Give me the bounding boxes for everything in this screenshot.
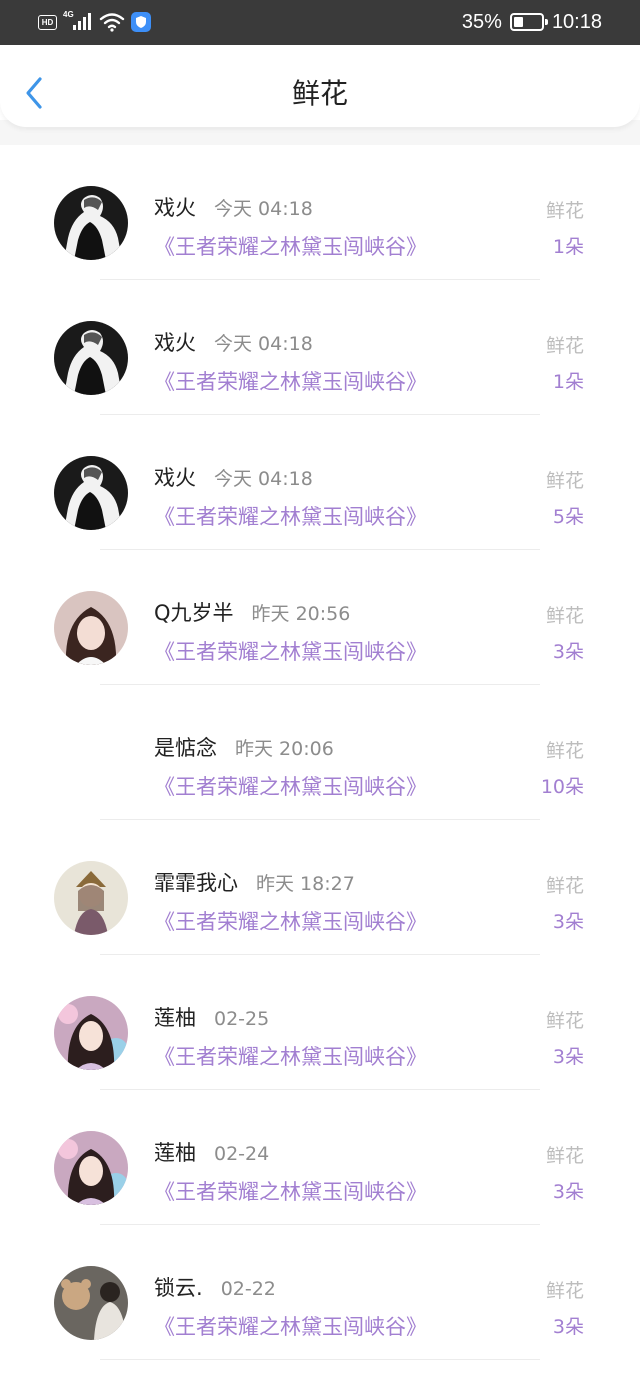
list-item[interactable]: 是惦念 昨天 20:06 《王者荣耀之林黛玉闯峡谷》 鲜花 10朵 [0, 685, 640, 820]
work-title-link[interactable]: 《王者荣耀之林黛玉闯峡谷》 [154, 1311, 427, 1341]
avatar[interactable] [54, 726, 128, 800]
avatar[interactable] [54, 321, 128, 395]
nav-bar: 鲜花 [0, 45, 640, 127]
avatar[interactable] [54, 1266, 128, 1340]
avatar[interactable] [54, 996, 128, 1070]
avatar[interactable] [54, 456, 128, 530]
gift-type-label: 鲜花 [545, 1010, 584, 1032]
gift-type-label: 鲜花 [545, 1145, 584, 1167]
gift-type-label: 鲜花 [545, 470, 584, 492]
list-item[interactable]: 戏火 今天 04:18 《王者荣耀之林黛玉闯峡谷》 鲜花 1朵 [0, 145, 640, 280]
avatar[interactable] [54, 186, 128, 260]
gift-count: 3朵 [552, 641, 584, 663]
list-item[interactable]: 戏火 今天 04:18 《王者荣耀之林黛玉闯峡谷》 鲜花 1朵 [0, 280, 640, 415]
user-name[interactable]: 莲柚 [154, 1137, 196, 1167]
gift-count: 3朵 [552, 1181, 584, 1203]
gift-count: 3朵 [552, 1316, 584, 1338]
avatar[interactable] [54, 591, 128, 665]
status-icons-left: HD 4G [38, 10, 151, 33]
security-shield-icon [131, 12, 151, 32]
user-name[interactable]: 戏火 [154, 192, 196, 222]
avatar[interactable] [54, 861, 128, 935]
user-name[interactable]: 戏火 [154, 327, 196, 357]
flower-record-list: 戏火 今天 04:18 《王者荣耀之林黛玉闯峡谷》 鲜花 1朵 戏火 今天 04… [0, 145, 640, 1360]
list-item[interactable]: 莲柚 02-24 《王者荣耀之林黛玉闯峡谷》 鲜花 3朵 [0, 1090, 640, 1225]
post-time: 02-24 [214, 1143, 270, 1165]
user-name[interactable]: 莲柚 [154, 1002, 196, 1032]
gift-type-label: 鲜花 [545, 1280, 584, 1302]
divider [100, 1359, 540, 1360]
gift-type-label: 鲜花 [545, 605, 584, 627]
work-title-link[interactable]: 《王者荣耀之林黛玉闯峡谷》 [154, 501, 427, 531]
list-item[interactable]: 莲柚 02-25 《王者荣耀之林黛玉闯峡谷》 鲜花 3朵 [0, 955, 640, 1090]
post-time: 昨天 20:56 [251, 603, 351, 625]
gift-type-label: 鲜花 [545, 740, 584, 762]
list-item[interactable]: 霏霏我心 昨天 18:27 《王者荣耀之林黛玉闯峡谷》 鲜花 3朵 [0, 820, 640, 955]
list-item[interactable]: 戏火 今天 04:18 《王者荣耀之林黛玉闯峡谷》 鲜花 5朵 [0, 415, 640, 550]
post-time: 02-22 [220, 1278, 276, 1300]
status-bar: HD 4G 35% 10:18 [0, 0, 640, 45]
user-name[interactable]: Q九岁半 [154, 597, 234, 627]
gift-count: 5朵 [552, 506, 584, 528]
post-time: 今天 04:18 [214, 468, 313, 490]
work-title-link[interactable]: 《王者荣耀之林黛玉闯峡谷》 [154, 906, 427, 936]
work-title-link[interactable]: 《王者荣耀之林黛玉闯峡谷》 [154, 231, 427, 261]
work-title-link[interactable]: 《王者荣耀之林黛玉闯峡谷》 [154, 636, 427, 666]
user-name[interactable]: 锁云. [154, 1272, 203, 1302]
gift-count: 3朵 [552, 1046, 584, 1068]
user-name[interactable]: 霏霏我心 [154, 867, 238, 897]
post-time: 今天 04:18 [214, 333, 313, 355]
hd-icon: HD [38, 14, 57, 30]
work-title-link[interactable]: 《王者荣耀之林黛玉闯峡谷》 [154, 771, 427, 801]
gift-count: 1朵 [552, 236, 584, 258]
user-name[interactable]: 是惦念 [154, 732, 217, 762]
work-title-link[interactable]: 《王者荣耀之林黛玉闯峡谷》 [154, 1041, 427, 1071]
post-time: 02-25 [214, 1008, 270, 1030]
status-icons-right: 35% 10:18 [462, 10, 602, 34]
post-time: 今天 04:18 [214, 198, 313, 220]
work-title-link[interactable]: 《王者荣耀之林黛玉闯峡谷》 [154, 366, 427, 396]
clock: 10:18 [551, 10, 602, 33]
post-time: 昨天 20:06 [235, 738, 334, 760]
gift-type-label: 鲜花 [545, 875, 584, 897]
gift-count: 3朵 [552, 911, 584, 933]
work-title-link[interactable]: 《王者荣耀之林黛玉闯峡谷》 [154, 1176, 427, 1206]
battery-percent: 35% [461, 10, 502, 33]
avatar[interactable] [54, 1131, 128, 1205]
gift-count: 10朵 [540, 776, 584, 798]
wifi-icon [99, 13, 125, 32]
post-time: 昨天 18:27 [256, 873, 355, 895]
user-name[interactable]: 戏火 [154, 462, 196, 492]
gift-type-label: 鲜花 [545, 200, 584, 222]
signal-icon: 4G [63, 10, 93, 32]
gift-count: 1朵 [552, 371, 584, 393]
battery-icon [509, 13, 548, 31]
gift-type-label: 鲜花 [545, 335, 584, 357]
page-title: 鲜花 [291, 77, 348, 110]
list-item[interactable]: 锁云. 02-22 《王者荣耀之林黛玉闯峡谷》 鲜花 3朵 [0, 1225, 640, 1360]
list-item[interactable]: Q九岁半 昨天 20:56 《王者荣耀之林黛玉闯峡谷》 鲜花 3朵 [0, 550, 640, 685]
